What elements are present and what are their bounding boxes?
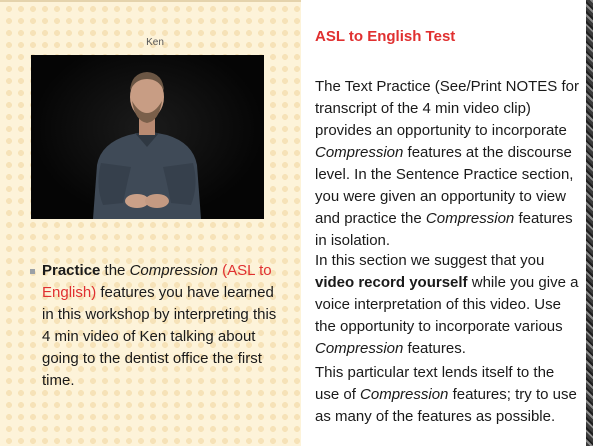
practice-bullet-text: Practice the Compression (ASL to English… — [42, 260, 280, 392]
p2-text-1: In this section we suggest that you — [315, 252, 545, 269]
slide-right-edge — [586, 0, 593, 446]
bullet-text-1: the — [100, 262, 130, 279]
video-player[interactable] — [31, 55, 264, 219]
practice-bold: Practice — [42, 262, 101, 279]
p3-compression: Compression — [360, 386, 449, 403]
paragraph-use-compression: This particular text lends itself to the… — [315, 362, 581, 428]
signer-video-still — [93, 72, 201, 219]
paragraph-record-yourself: In this section we suggest that you vide… — [315, 250, 581, 360]
p1-compression-2: Compression — [425, 210, 515, 227]
section-heading: ASL to English Test — [315, 28, 456, 45]
left-panel: Ken Practice the Compression (ASL to Eng… — [0, 0, 290, 446]
bullet-marker-icon — [30, 269, 35, 274]
p1-compression-1: Compression — [315, 144, 404, 161]
p2-compression: Compression — [315, 340, 404, 357]
p2-bold: video record yourself — [315, 274, 468, 291]
bullet-compression-term: Compression — [129, 262, 218, 279]
paragraph-text-practice: The Text Practice (See/Print NOTES for t… — [315, 76, 581, 252]
practice-bullet: Practice the Compression (ASL to English… — [30, 260, 280, 392]
p2-text-3: features. — [403, 340, 466, 357]
video-caption: Ken — [146, 37, 164, 48]
p1-text-1: The Text Practice (See/Print NOTES for t… — [315, 78, 579, 139]
